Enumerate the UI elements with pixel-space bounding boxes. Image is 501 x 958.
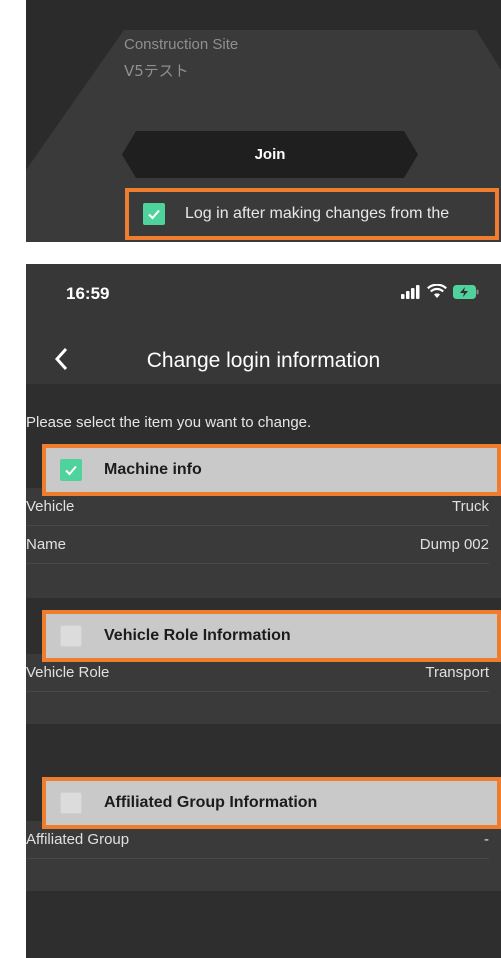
machine-info-header[interactable]: Machine info bbox=[42, 444, 501, 496]
info-row-name: Name Dump 002 bbox=[26, 526, 489, 564]
nav-bar: Change login information bbox=[26, 339, 501, 383]
checkmark-icon bbox=[65, 465, 77, 476]
info-value: Transport bbox=[425, 664, 489, 681]
join-button-label: Join bbox=[254, 146, 286, 163]
checkmark-icon bbox=[148, 209, 160, 220]
affiliated-group-checkbox[interactable] bbox=[60, 792, 82, 814]
info-label: Vehicle Role bbox=[26, 664, 110, 681]
vehicle-role-checkbox[interactable] bbox=[60, 625, 82, 647]
battery-charging-icon bbox=[453, 284, 479, 299]
login-panel: Construction Site V5テスト Join Log in afte… bbox=[26, 0, 501, 242]
machine-info-section: Vehicle Truck Name Dump 002 bbox=[26, 488, 501, 598]
join-button[interactable]: Join bbox=[122, 131, 418, 178]
machine-info-checkbox[interactable] bbox=[60, 459, 82, 481]
info-value: - bbox=[484, 831, 489, 848]
site-label: Construction Site bbox=[124, 36, 239, 53]
info-value: Truck bbox=[452, 498, 489, 515]
change-login-screen: 16:59 Change login information Please se… bbox=[26, 264, 501, 958]
login-after-change-label: Log in after making changes from the bbox=[185, 205, 450, 222]
status-bar: 16:59 bbox=[26, 264, 501, 316]
status-icons bbox=[401, 284, 479, 299]
vehicle-role-section: Vehicle Role Transport bbox=[26, 654, 501, 724]
wifi-icon bbox=[427, 284, 447, 298]
corner-wedge-decoration bbox=[463, 192, 495, 236]
vehicle-role-header[interactable]: Vehicle Role Information bbox=[42, 610, 501, 662]
affiliated-group-section: Affiliated Group - bbox=[26, 821, 501, 891]
status-time: 16:59 bbox=[66, 284, 110, 303]
info-value: Dump 002 bbox=[419, 536, 489, 553]
machine-info-title: Machine info bbox=[104, 461, 202, 478]
instruction-text: Please select the item you want to chang… bbox=[26, 414, 312, 431]
vehicle-role-title: Vehicle Role Information bbox=[104, 627, 291, 644]
content-area: Please select the item you want to chang… bbox=[26, 384, 501, 958]
affiliated-group-header[interactable]: Affiliated Group Information bbox=[42, 777, 501, 829]
info-label: Vehicle bbox=[26, 498, 75, 515]
info-label: Name bbox=[26, 536, 67, 553]
login-after-change-row[interactable]: Log in after making changes from the bbox=[125, 188, 499, 240]
info-label: Affiliated Group bbox=[26, 831, 130, 848]
login-after-change-checkbox[interactable] bbox=[143, 203, 165, 225]
cellular-signal-icon bbox=[401, 284, 420, 299]
page-title: Change login information bbox=[146, 349, 381, 372]
affiliated-group-title: Affiliated Group Information bbox=[104, 794, 318, 811]
site-value: V5テスト bbox=[124, 62, 189, 80]
